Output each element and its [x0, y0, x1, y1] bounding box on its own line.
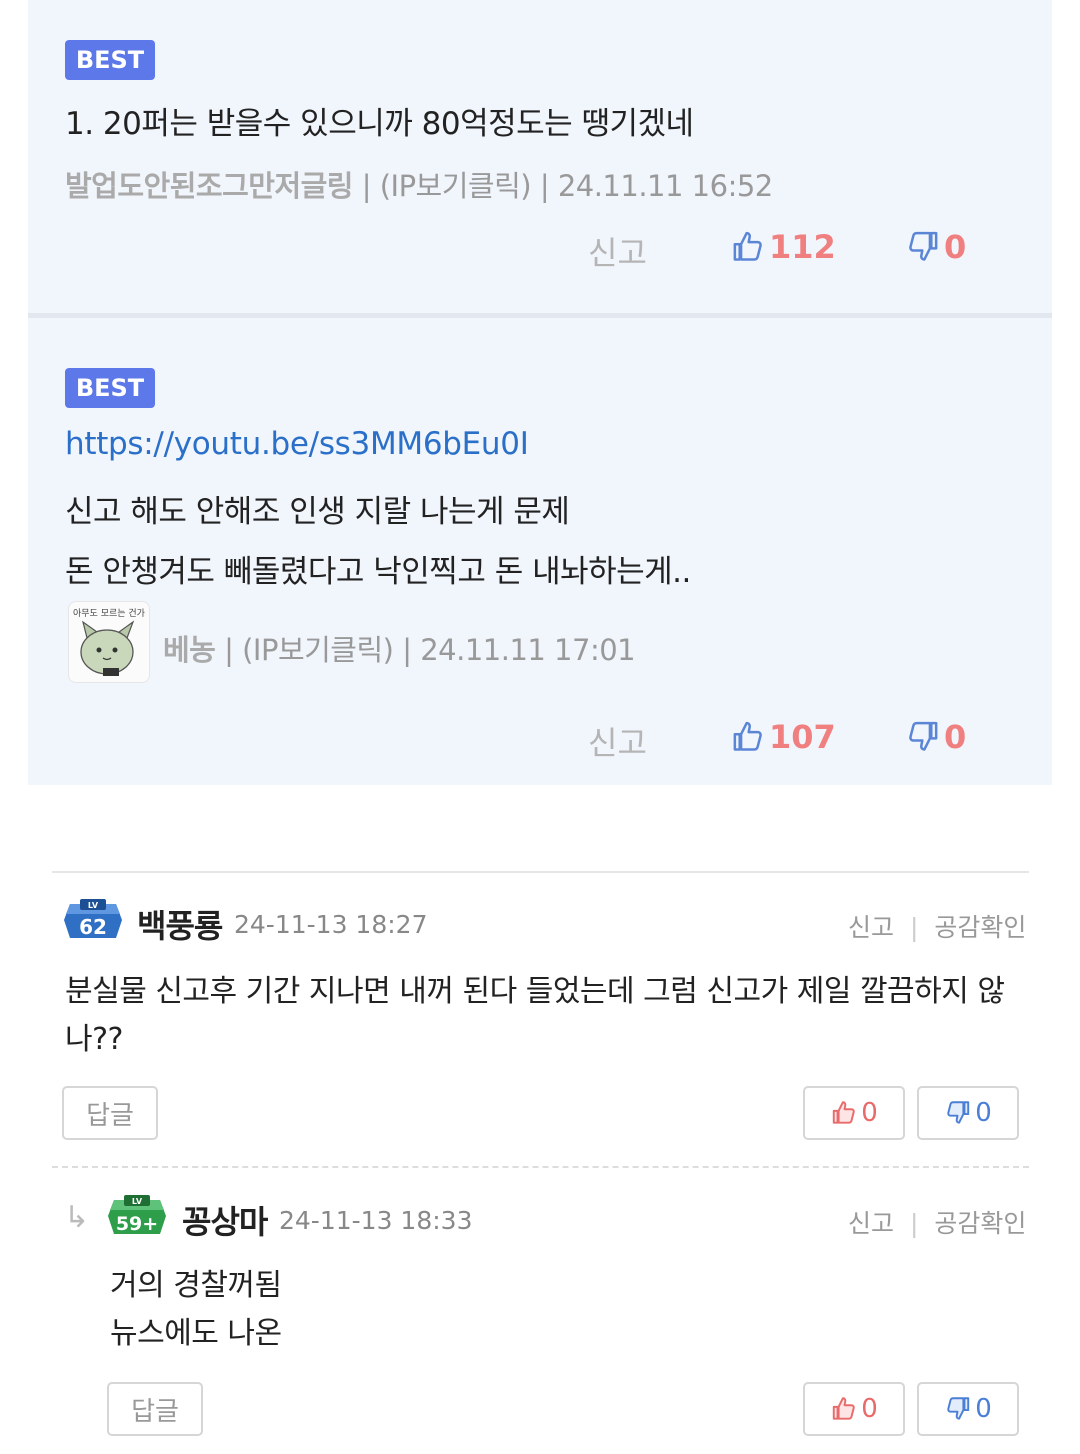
dislike-count: 0 [975, 1098, 992, 1128]
comment-datetime: 24-11-13 18:27 [234, 910, 428, 939]
meta-separator: | [402, 633, 421, 667]
avatar-character-icon [80, 620, 135, 676]
best-badge: BEST [65, 368, 155, 408]
sympathy-check-link[interactable]: 공감확인 [934, 913, 1026, 942]
comment-actions: 신고 | 공감확인 [848, 908, 1026, 944]
youtube-link[interactable]: https://youtu.be/ss3MM6bEu0I [65, 426, 529, 462]
comment-text: 1. 20퍼는 받을수 있으니까 80억정도는 땡기겠네 [65, 106, 694, 142]
ip-view-link[interactable]: (IP보기클릭) [242, 633, 394, 667]
comment-text-line: 돈 안챙겨도 빼돌렸다고 낙인찍고 돈 내놔하는게.. [65, 554, 691, 590]
action-separator: | [909, 913, 919, 942]
like-count: 112 [769, 228, 836, 266]
level-badge-icon: LV 59+ [108, 1195, 166, 1235]
thumbs-down-icon [909, 231, 938, 261]
comment-datetime: 24.11.11 17:01 [420, 633, 636, 667]
best-comment-card: BEST 1. 20퍼는 받을수 있으니까 80억정도는 땡기겠네 발업도안된조… [28, 0, 1052, 313]
comment-datetime: 24.11.11 16:52 [557, 169, 773, 203]
thumbs-down-icon [947, 1101, 970, 1124]
thumbs-down-icon [909, 721, 938, 751]
dislike-count: 0 [944, 718, 967, 756]
thumbs-up-icon [733, 231, 762, 261]
like-count: 0 [861, 1098, 878, 1128]
level-number: 62 [79, 915, 107, 939]
like-button[interactable]: 0 [803, 1382, 905, 1436]
comment-body-line: 거의 경찰꺼됨 [110, 1268, 282, 1303]
thumbs-up-icon [833, 1101, 855, 1124]
like-button[interactable]: 112 [731, 228, 836, 266]
comment-meta: 발업도안된조그만저글링 | (IP보기클릭) | 24.11.11 16:52 [65, 163, 773, 205]
thumbs-up-icon [833, 1397, 855, 1420]
dislike-count: 0 [975, 1394, 992, 1424]
dislike-button[interactable]: 0 [906, 718, 966, 756]
meta-separator: | [539, 169, 558, 203]
comment-text-line: 신고 해도 안해조 인생 지랄 나는게 문제 [65, 494, 570, 530]
report-button[interactable]: 신고 [588, 228, 647, 274]
level-prefix: LV [132, 1197, 143, 1206]
dislike-count: 0 [944, 228, 967, 266]
comment-body-line: 뉴스에도 나온 [110, 1316, 282, 1351]
like-count: 0 [861, 1394, 878, 1424]
sympathy-check-link[interactable]: 공감확인 [934, 1209, 1026, 1238]
thumbs-up-icon [733, 721, 762, 751]
report-link[interactable]: 신고 [848, 1209, 894, 1238]
level-number: 59+ [116, 1213, 158, 1235]
like-button[interactable]: 107 [731, 718, 836, 756]
dislike-button[interactable]: 0 [917, 1382, 1019, 1436]
dislike-button[interactable]: 0 [917, 1086, 1019, 1140]
meta-separator: | [224, 633, 243, 667]
like-count: 107 [769, 718, 836, 756]
level-badge-icon: LV 62 [64, 899, 122, 939]
comment-body: 분실물 신고후 기간 지나면 내꺼 된다 들었는데 그럼 신고가 제일 깔끔하지… [65, 968, 1005, 1064]
comment-datetime: 24-11-13 18:33 [279, 1206, 473, 1235]
best-badge: BEST [65, 40, 155, 80]
author-nickname[interactable]: 베농 [163, 633, 216, 667]
comment-body-line: 분실물 신고후 기간 지나면 내꺼 된다 들었는데 그럼 신고가 제일 깔끔하지… [65, 974, 1005, 1009]
level-prefix: LV [88, 901, 99, 910]
author-nickname[interactable]: 발업도안된조그만저글링 [65, 169, 353, 203]
report-button[interactable]: 신고 [588, 718, 647, 764]
action-separator: | [909, 1209, 919, 1238]
comment-divider [52, 871, 1029, 873]
reply-divider [52, 1166, 1029, 1168]
comment-author[interactable]: 꽁상마 [182, 1197, 268, 1243]
author-avatar[interactable]: 아무도 모르는 건가 [68, 601, 150, 683]
report-link[interactable]: 신고 [848, 913, 894, 942]
reply-arrow-icon: ↳ [64, 1200, 90, 1235]
like-button[interactable]: 0 [803, 1086, 905, 1140]
reply-button[interactable]: 답글 [107, 1382, 203, 1436]
dislike-button[interactable]: 0 [906, 228, 966, 266]
comment-body-line: 나?? [65, 1022, 123, 1057]
comment-meta: 베농 | (IP보기클릭) | 24.11.11 17:01 [163, 627, 636, 669]
ip-view-link[interactable]: (IP보기클릭) [380, 169, 532, 203]
thumbs-down-icon [947, 1397, 970, 1420]
comment-actions: 신고 | 공감확인 [848, 1204, 1026, 1240]
meta-separator: | [361, 169, 380, 203]
comment-body: 거의 경찰꺼됨 뉴스에도 나온 [110, 1262, 282, 1358]
reply-button[interactable]: 답글 [62, 1086, 158, 1140]
comment-author[interactable]: 백풍룡 [137, 901, 223, 947]
best-comment-card: BEST https://youtu.be/ss3MM6bEu0I 신고 해도 … [28, 318, 1052, 785]
